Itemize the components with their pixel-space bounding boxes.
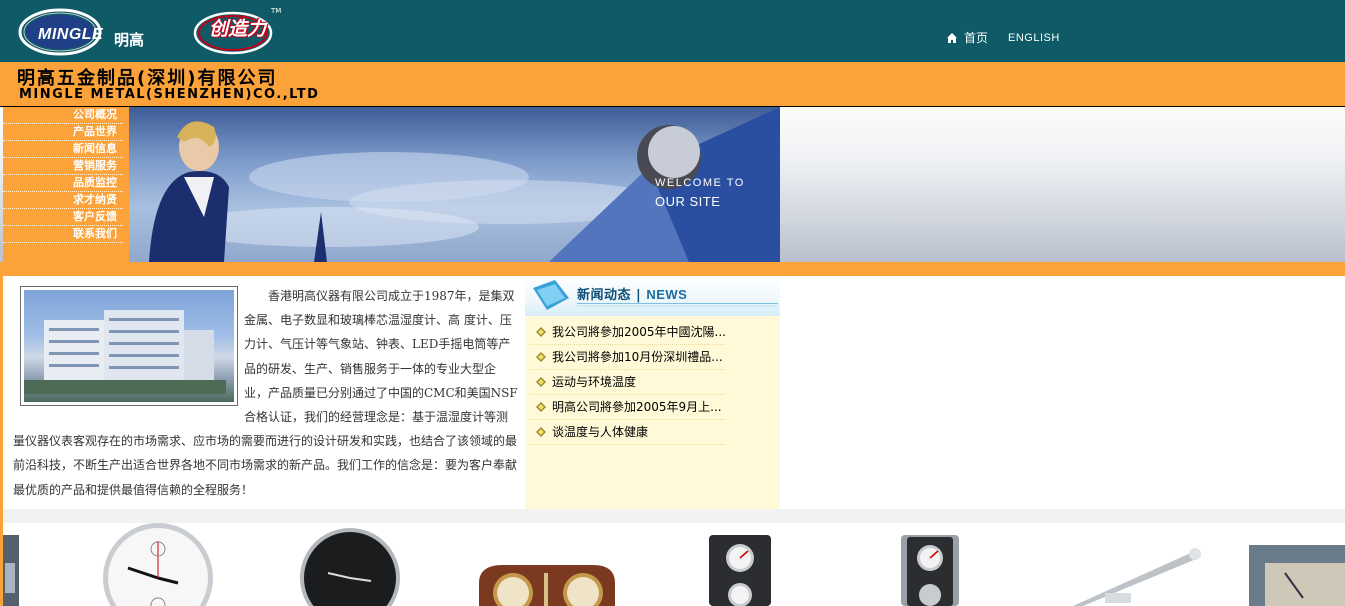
- sidebar-item-recruitment[interactable]: 求才纳贤: [3, 192, 123, 209]
- product-thumb[interactable]: [103, 523, 213, 606]
- product-thumb[interactable]: [901, 535, 959, 606]
- news-title-cn: 新闻动态: [577, 288, 632, 303]
- banner-oursite-text: OUR SITE: [655, 194, 721, 209]
- product-carousel: [3, 523, 1345, 606]
- logo-cn-text: 明高: [114, 31, 145, 49]
- company-intro: 香港明高仪器有限公司成立于1987年，是集双金属、电子数显和玻璃棒芯温湿度计、高…: [13, 284, 519, 502]
- product-thumb[interactable]: [300, 528, 400, 606]
- top-navigation: 首页 ENGLISH: [946, 29, 1060, 46]
- product-thumb[interactable]: [479, 565, 615, 606]
- news-title-underline: [577, 303, 778, 307]
- product-strip: [3, 523, 1345, 606]
- news-item-label: 明高公司將參加2005年9月上...: [552, 400, 722, 414]
- sidebar-item-feedback[interactable]: 客户反馈: [3, 209, 123, 226]
- home-icon[interactable]: [946, 32, 958, 44]
- diamond-bullet-icon: [536, 402, 546, 412]
- logo-text: MINGLE: [38, 26, 104, 43]
- sidebar-menu: 公司概况 产品世界 新闻信息 营销服务 品质监控 求才纳贤 客户反馈 联系我们: [3, 107, 129, 262]
- nav-english-link[interactable]: ENGLISH: [1008, 32, 1060, 44]
- news-item-label: 我公司將參加2005年中國沈陽...: [552, 325, 725, 339]
- diamond-bullet-icon: [536, 327, 546, 337]
- news-item-label: 谈温度与人体健康: [552, 425, 649, 439]
- banner-welcome-text: WELCOME TO: [655, 177, 745, 189]
- diamond-bullet-icon: [536, 352, 546, 362]
- news-item[interactable]: 我公司將參加10月份深圳禮品...: [530, 345, 725, 370]
- nav-home-link[interactable]: 首页: [964, 29, 988, 46]
- sidebar-item-products[interactable]: 产品世界: [3, 124, 123, 141]
- logo2-text: 创造力: [209, 18, 267, 40]
- news-title: 新闻动态 | NEWS: [577, 287, 688, 303]
- company-name-en: MINGLE METAL(SHENZHEN)CO.,LTD: [19, 87, 320, 102]
- news-item-label: 我公司將參加10月份深圳禮品...: [552, 350, 723, 364]
- svg-text:TM: TM: [270, 7, 281, 15]
- sidebar-item-quality[interactable]: 品质监控: [3, 175, 123, 192]
- sidebar-item-news[interactable]: 新闻信息: [3, 141, 123, 158]
- sidebar-item-contact[interactable]: 联系我们: [3, 226, 123, 243]
- product-thumb[interactable]: [1249, 545, 1345, 606]
- orange-divider-strip: [0, 262, 1345, 276]
- news-header-icon: [533, 280, 569, 310]
- diamond-bullet-icon: [536, 377, 546, 387]
- product-thumb[interactable]: [1073, 548, 1201, 606]
- product-thumb[interactable]: [709, 535, 771, 606]
- sidebar-item-marketing[interactable]: 营销服务: [3, 158, 123, 175]
- news-item[interactable]: 谈温度与人体健康: [530, 420, 725, 445]
- news-item[interactable]: 明高公司將參加2005年9月上...: [530, 395, 725, 420]
- company-building-photo: [20, 286, 238, 406]
- sidebar-item-company-profile[interactable]: 公司概况: [3, 107, 123, 124]
- news-title-en: NEWS: [646, 287, 688, 302]
- product-thumb[interactable]: [3, 535, 19, 606]
- section-separator: [3, 509, 1345, 523]
- news-item[interactable]: 我公司將參加2005年中國沈陽...: [530, 320, 725, 345]
- diamond-bullet-icon: [536, 427, 546, 437]
- news-item[interactable]: 运动与环境温度: [530, 370, 725, 395]
- news-item-label: 运动与环境温度: [552, 375, 637, 389]
- building-illustration: [24, 310, 226, 394]
